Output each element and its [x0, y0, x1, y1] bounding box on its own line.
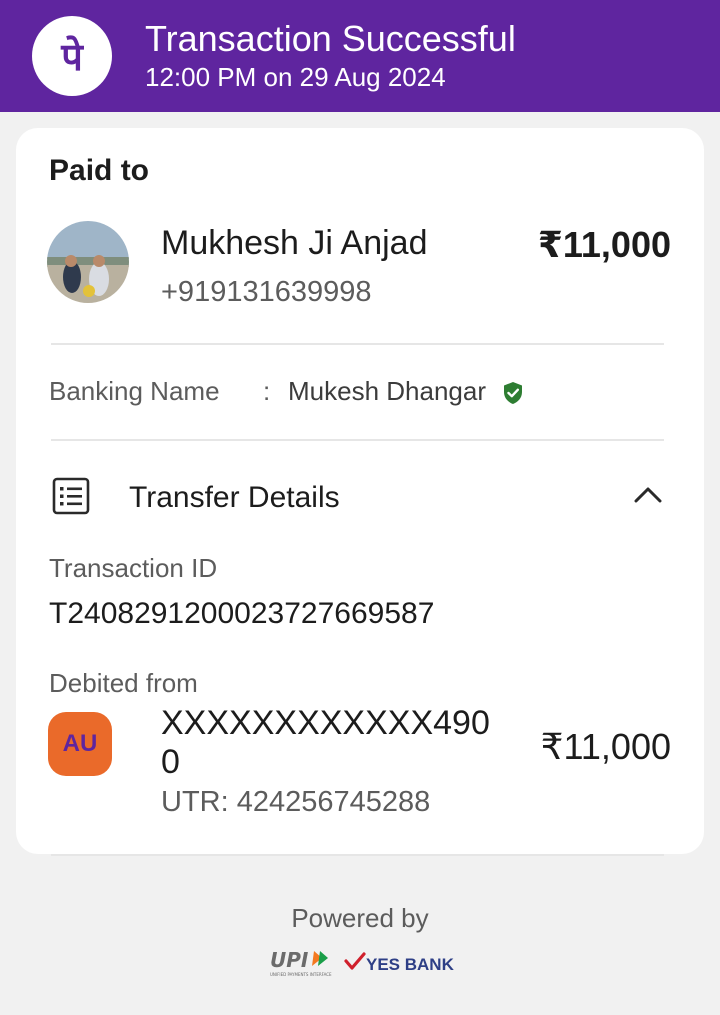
utr-number[interactable]: UTR: 424256745288 — [161, 786, 430, 819]
yes-bank-logo-text: YES BANK — [366, 955, 454, 974]
status-header: पे Transaction Successful 12:00 PM on 29… — [0, 0, 720, 112]
upi-logo-subtext: UNIFIED PAYMENTS INTERFACE — [270, 972, 332, 977]
status-title: Transaction Successful — [145, 18, 516, 59]
receipt-list-icon — [52, 477, 90, 515]
upi-logo-text: UPI — [270, 948, 309, 972]
au-bank-logo: AU — [48, 712, 112, 776]
payee-avatar[interactable] — [47, 221, 129, 303]
banking-name-label: Banking Name — [49, 376, 220, 406]
debited-from-label: Debited from — [49, 668, 198, 698]
account-number: XXXXXXXXXXXX4900 — [161, 704, 490, 781]
payee-phone: +919131639998 — [161, 276, 372, 308]
transaction-id-value[interactable]: T2408291200023727669587 — [49, 597, 434, 631]
paid-amount: ₹11,000 — [537, 224, 671, 265]
divider — [51, 854, 664, 856]
paid-to-heading: Paid to — [49, 154, 150, 187]
transfer-details-title[interactable]: Transfer Details — [129, 481, 340, 515]
transaction-timestamp: 12:00 PM on 29 Aug 2024 — [145, 62, 446, 92]
payee-name: Mukhesh Ji Anjad — [161, 224, 428, 262]
banking-name-separator: : — [263, 376, 271, 406]
debited-amount: ₹11,000 — [540, 726, 671, 767]
logo-glyph: पे — [60, 35, 84, 79]
yes-bank-tick-icon — [344, 952, 366, 970]
upi-logo: UPI UNIFIED PAYMENTS INTERFACE — [270, 948, 332, 977]
transaction-id-label: Transaction ID — [49, 553, 218, 583]
verified-shield-icon — [504, 382, 522, 404]
chevron-up-icon[interactable] — [632, 484, 664, 506]
banking-name-value: Mukesh Dhangar — [288, 376, 486, 406]
phonepe-logo-icon: पे — [32, 16, 112, 96]
divider — [51, 439, 664, 441]
powered-by-label: Powered by — [291, 903, 429, 933]
divider — [51, 343, 664, 345]
